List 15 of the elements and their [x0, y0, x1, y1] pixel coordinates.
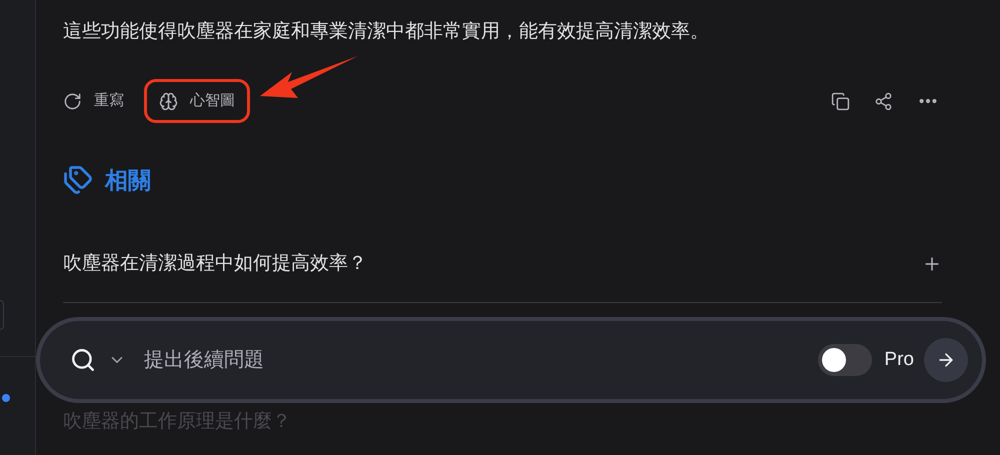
- search-icon[interactable]: [70, 347, 96, 373]
- related-question[interactable]: 吹塵器在清潔過程中如何提高效率？: [63, 250, 367, 278]
- brain-icon: [159, 92, 178, 110]
- question-input[interactable]: 提出後續問題: [144, 345, 818, 375]
- pro-toggle[interactable]: [818, 344, 872, 376]
- refresh-icon: [63, 92, 82, 110]
- tags-icon: [63, 165, 93, 196]
- answer-text: 這些功能使得吹塵器在家庭和專業清潔中都非常實用，能有效提高清潔效率。: [63, 20, 710, 44]
- section-title: 相關: [105, 166, 151, 195]
- pro-label: Pro: [884, 348, 914, 372]
- copy-icon[interactable]: [831, 92, 850, 110]
- share-icon[interactable]: [874, 92, 893, 110]
- mindmap-button[interactable]: 心智圖: [144, 79, 250, 123]
- send-button[interactable]: [924, 338, 968, 382]
- rewrite-button[interactable]: 重寫: [63, 79, 124, 123]
